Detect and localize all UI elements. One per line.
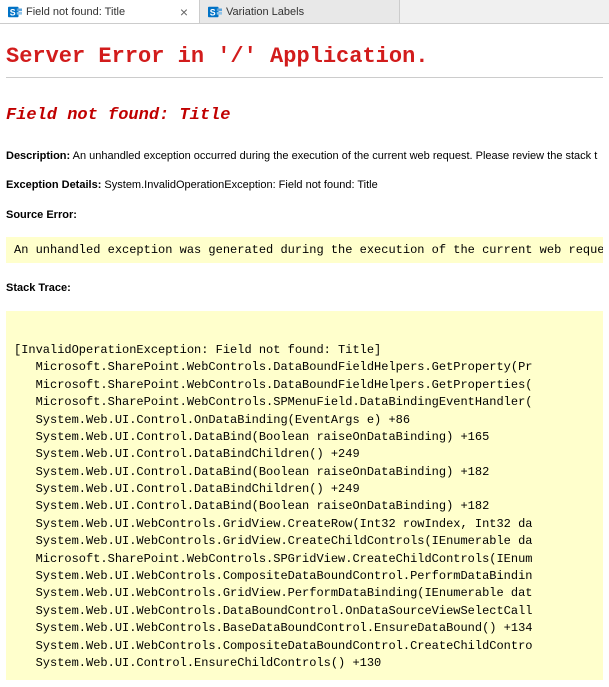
- stack-trace-block: [InvalidOperationException: Field not fo…: [6, 311, 603, 681]
- exception-text: System.InvalidOperationException: Field …: [104, 179, 377, 191]
- description-text: An unhandled exception occurred during t…: [73, 150, 598, 162]
- tab-label: Field not found: Title: [26, 6, 173, 18]
- source-error-label-line: Source Error:: [6, 208, 603, 223]
- svg-text:S: S: [10, 7, 16, 17]
- error-title: Server Error in '/' Application.: [6, 44, 603, 69]
- exception-label: Exception Details:: [6, 179, 101, 191]
- error-subtitle: Field not found: Title: [6, 106, 603, 125]
- browser-tab-bar: S Field not found: Title × S Variation L…: [0, 0, 609, 24]
- source-error-label: Source Error:: [6, 209, 77, 221]
- source-error-block: An unhandled exception was generated dur…: [6, 237, 603, 263]
- page-content: Server Error in '/' Application. Field n…: [0, 24, 609, 686]
- description-label: Description:: [6, 150, 70, 162]
- exception-line: Exception Details: System.InvalidOperati…: [6, 178, 603, 193]
- close-icon[interactable]: ×: [177, 5, 191, 19]
- tab-label: Variation Labels: [226, 6, 391, 18]
- divider: [6, 77, 603, 78]
- sharepoint-icon: S: [208, 5, 222, 19]
- sharepoint-icon: S: [8, 5, 22, 19]
- description-line: Description: An unhandled exception occu…: [6, 149, 603, 164]
- tab-error-page[interactable]: S Field not found: Title ×: [0, 0, 200, 23]
- stack-trace-label: Stack Trace:: [6, 282, 71, 294]
- svg-text:S: S: [210, 7, 216, 17]
- tab-variation-labels[interactable]: S Variation Labels: [200, 0, 400, 23]
- stack-trace-label-line: Stack Trace:: [6, 281, 603, 296]
